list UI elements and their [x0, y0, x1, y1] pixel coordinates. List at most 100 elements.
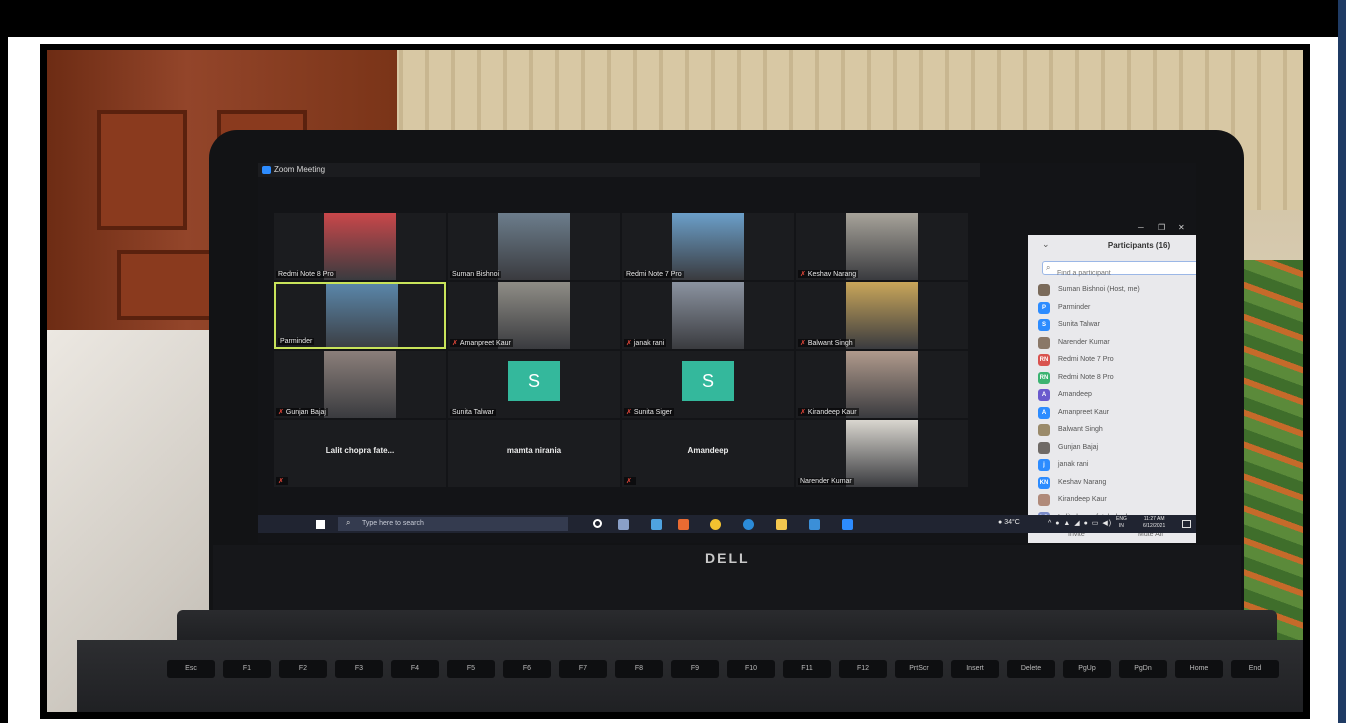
participant-avatar: [1038, 284, 1050, 296]
keyboard-key: F4: [391, 660, 439, 678]
tile-name-text: Redmi Note 8 Pro: [278, 271, 334, 278]
windows-start-icon[interactable]: [316, 520, 325, 529]
muted-mic-icon: ✗: [626, 409, 632, 416]
file-explorer-icon[interactable]: [776, 519, 787, 530]
participant-avatar: A: [1038, 406, 1050, 419]
system-tray-icons[interactable]: ^ ● ▲ ◢ ● ▭ ◀): [1048, 519, 1112, 527]
restore-icon[interactable]: ❐: [1158, 223, 1165, 232]
participant-name: Amanpreet Kaur: [1058, 408, 1109, 416]
participant-avatar: S: [682, 361, 734, 401]
keyboard-key: PgUp: [1063, 660, 1111, 678]
tile-name-text: Parminder: [280, 338, 313, 345]
muted-mic-icon: ✗: [800, 340, 806, 347]
language-code: ENG: [1116, 516, 1127, 522]
participant-row[interactable]: RNRedmi Note 8 Pro●: [1038, 369, 1196, 387]
video-tile[interactable]: ✗ Gunjan Bajaj: [274, 351, 446, 418]
participant-row[interactable]: KNKeshav Narang✗: [1038, 474, 1196, 492]
participant-row[interactable]: Balwant Singh✗: [1038, 421, 1196, 439]
zoom-taskbar-icon[interactable]: [842, 519, 853, 530]
video-tile[interactable]: Parminder: [274, 282, 446, 349]
participant-name: Parminder: [1058, 303, 1091, 311]
cortana-icon[interactable]: [593, 519, 602, 528]
participant-row[interactable]: Gunjan Bajaj✗: [1038, 439, 1196, 457]
participant-row[interactable]: Kirandeep Kaur✗: [1038, 491, 1196, 509]
weather-temp: 34°C: [1004, 519, 1020, 526]
video-tile[interactable]: Redmi Note 7 Pro: [622, 213, 794, 280]
participant-name: janak rani: [1058, 461, 1089, 468]
keyboard-key: F12: [839, 660, 887, 678]
task-view-icon[interactable]: [618, 519, 629, 530]
left-border: [0, 0, 8, 723]
chrome-icon[interactable]: [710, 519, 721, 530]
video-tile[interactable]: Redmi Note 8 Pro: [274, 213, 446, 280]
notification-icon[interactable]: [1182, 520, 1191, 528]
language-region: IN: [1118, 523, 1124, 529]
video-tile[interactable]: ✗ Kirandeep Kaur: [796, 351, 968, 418]
right-edge-bar: [1338, 0, 1346, 723]
participant-row[interactable]: AAmandeep✗: [1038, 386, 1196, 404]
photo: DELL Esc F1 F2 F3 F4 F5 F6 F7 F8 F9 F10 F11 F12 PrtSc…: [47, 50, 1303, 712]
participant-name: Keshav Narang: [1058, 478, 1107, 486]
language-indicator[interactable]: ENG IN: [1116, 516, 1127, 530]
participant-row[interactable]: Suman Bishnoi (Host, me)●: [1038, 281, 1196, 299]
muted-mic-icon: ✗: [800, 409, 806, 416]
clock-date: 6/12/2021: [1143, 523, 1166, 529]
participant-avatar: S: [508, 361, 560, 401]
participant-row[interactable]: SSunita Talwar●: [1038, 316, 1196, 334]
tile-name-label: ✗ Sunita Siger: [624, 408, 675, 416]
office-icon[interactable]: [678, 519, 689, 530]
tile-name-text: Sunita Talwar: [452, 409, 494, 416]
video-tile[interactable]: Suman Bishnoi: [448, 213, 620, 280]
participant-avatar: A: [1038, 389, 1050, 401]
participant-row[interactable]: PParminder●: [1038, 299, 1196, 317]
participant-avatar: P: [1038, 301, 1050, 314]
keyboard-key: F8: [615, 660, 663, 678]
video-tile[interactable]: S ✗ Sunita Siger: [622, 351, 794, 418]
video-tile[interactable]: S Sunita Talwar: [448, 351, 620, 418]
participant-avatar: [1038, 336, 1050, 349]
participant-row[interactable]: AAmanpreet Kaur✗: [1038, 404, 1196, 422]
participant-video: [846, 282, 918, 349]
keyboard-key: F2: [279, 660, 327, 678]
keyboard-key: PgDn: [1119, 660, 1167, 678]
zoom-titlebar: Zoom Meeting: [258, 163, 980, 177]
muted-mic-icon: ✗: [452, 340, 458, 347]
participant-name: Suman Bishnoi (Host, me): [1058, 286, 1140, 293]
participant-row[interactable]: jjanak rani✗: [1038, 456, 1196, 474]
muted-mic-icon: ✗: [626, 340, 632, 347]
tile-name-label: ✗ Gunjan Bajaj: [276, 408, 328, 416]
participant-search[interactable]: ⌕: [1042, 261, 1196, 280]
video-tile[interactable]: ✗ janak rani: [622, 282, 794, 349]
participant-name: Kirandeep Kaur: [1058, 496, 1107, 503]
weather-readout[interactable]: ● 34°C: [998, 519, 1020, 526]
participant-video: [498, 213, 570, 280]
video-tile[interactable]: Narender Kumar: [796, 420, 968, 487]
participants-title: Participants (16): [1107, 241, 1171, 250]
video-tile[interactable]: mamta nirania: [448, 420, 620, 487]
edge-icon[interactable]: [743, 519, 754, 530]
photos-icon[interactable]: [809, 519, 820, 530]
windows-taskbar: ⌕ Type here to search ● 34°C ^ ● ▲ ◢ ● ▭…: [258, 515, 1196, 533]
keyboard-key: F10: [727, 660, 775, 678]
store-icon[interactable]: [651, 519, 662, 530]
video-tile[interactable]: ✗ Balwant Singh: [796, 282, 968, 349]
participant-display-name: Amandeep: [687, 446, 729, 455]
participant-row[interactable]: Narender Kumar●: [1038, 334, 1196, 352]
window-title: Zoom Meeting: [274, 165, 326, 174]
tile-name-text: Redmi Note 7 Pro: [626, 271, 682, 278]
minimize-icon[interactable]: ─: [1138, 223, 1144, 232]
clock[interactable]: 11:27 AM 6/12/2021: [1143, 516, 1165, 530]
tile-name-text: janak rani: [633, 340, 665, 347]
close-icon[interactable]: ✕: [1178, 223, 1185, 232]
video-tile[interactable]: ✗ Keshav Narang: [796, 213, 968, 280]
keyboard: Esc F1 F2 F3 F4 F5 F6 F7 F8 F9 F10 F11 F12 PrtScr Inse…: [167, 654, 1297, 704]
video-tile[interactable]: Lalit chopra fate... ✗: [274, 420, 446, 487]
participant-row[interactable]: RNRedmi Note 7 Pro●: [1038, 351, 1196, 369]
video-tile[interactable]: Amandeep ✗: [622, 420, 794, 487]
tile-name-text: Gunjan Bajaj: [285, 409, 326, 416]
participant-search-input[interactable]: [1043, 267, 1196, 280]
participant-avatar: RN: [1038, 354, 1050, 366]
keyboard-key: F1: [223, 660, 271, 678]
taskbar-search[interactable]: ⌕ Type here to search: [338, 517, 568, 531]
video-tile[interactable]: ✗ Amanpreet Kaur: [448, 282, 620, 349]
